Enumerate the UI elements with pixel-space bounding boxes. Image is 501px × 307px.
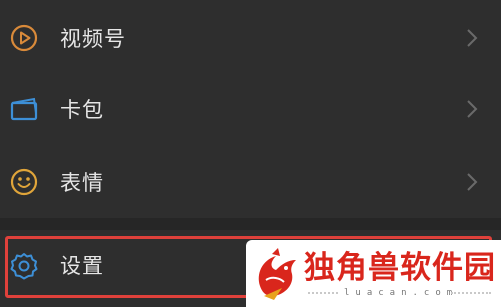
menu-item-label: 视频号: [60, 27, 126, 51]
watermark-dots-left: [308, 292, 338, 296]
wechat-me-menu: 视频号 卡包 表情 设置 独角兽软件园 luacan.com: [0, 0, 501, 307]
smiley-icon: [8, 166, 40, 198]
chevron-right-icon: [467, 100, 478, 118]
watermark-dots-right: [451, 292, 491, 296]
watermark: 独角兽软件园 luacan.com: [246, 240, 501, 307]
channels-play-icon: [8, 22, 40, 54]
menu-item-label: 卡包: [60, 98, 104, 122]
menu-item-label: 表情: [60, 171, 104, 195]
section-divider: [0, 218, 501, 230]
watermark-subtitle: luacan.com: [344, 288, 459, 298]
watermark-title: 独角兽软件园: [304, 250, 496, 286]
menu-item-card-wallet[interactable]: 卡包: [0, 73, 501, 145]
menu-item-stickers[interactable]: 表情: [0, 146, 501, 218]
dragon-logo-icon: [258, 248, 296, 300]
menu-item-channels[interactable]: 视频号: [0, 2, 501, 74]
chevron-right-icon: [467, 29, 478, 47]
chevron-right-icon: [467, 173, 478, 191]
card-wallet-icon: [8, 93, 40, 125]
